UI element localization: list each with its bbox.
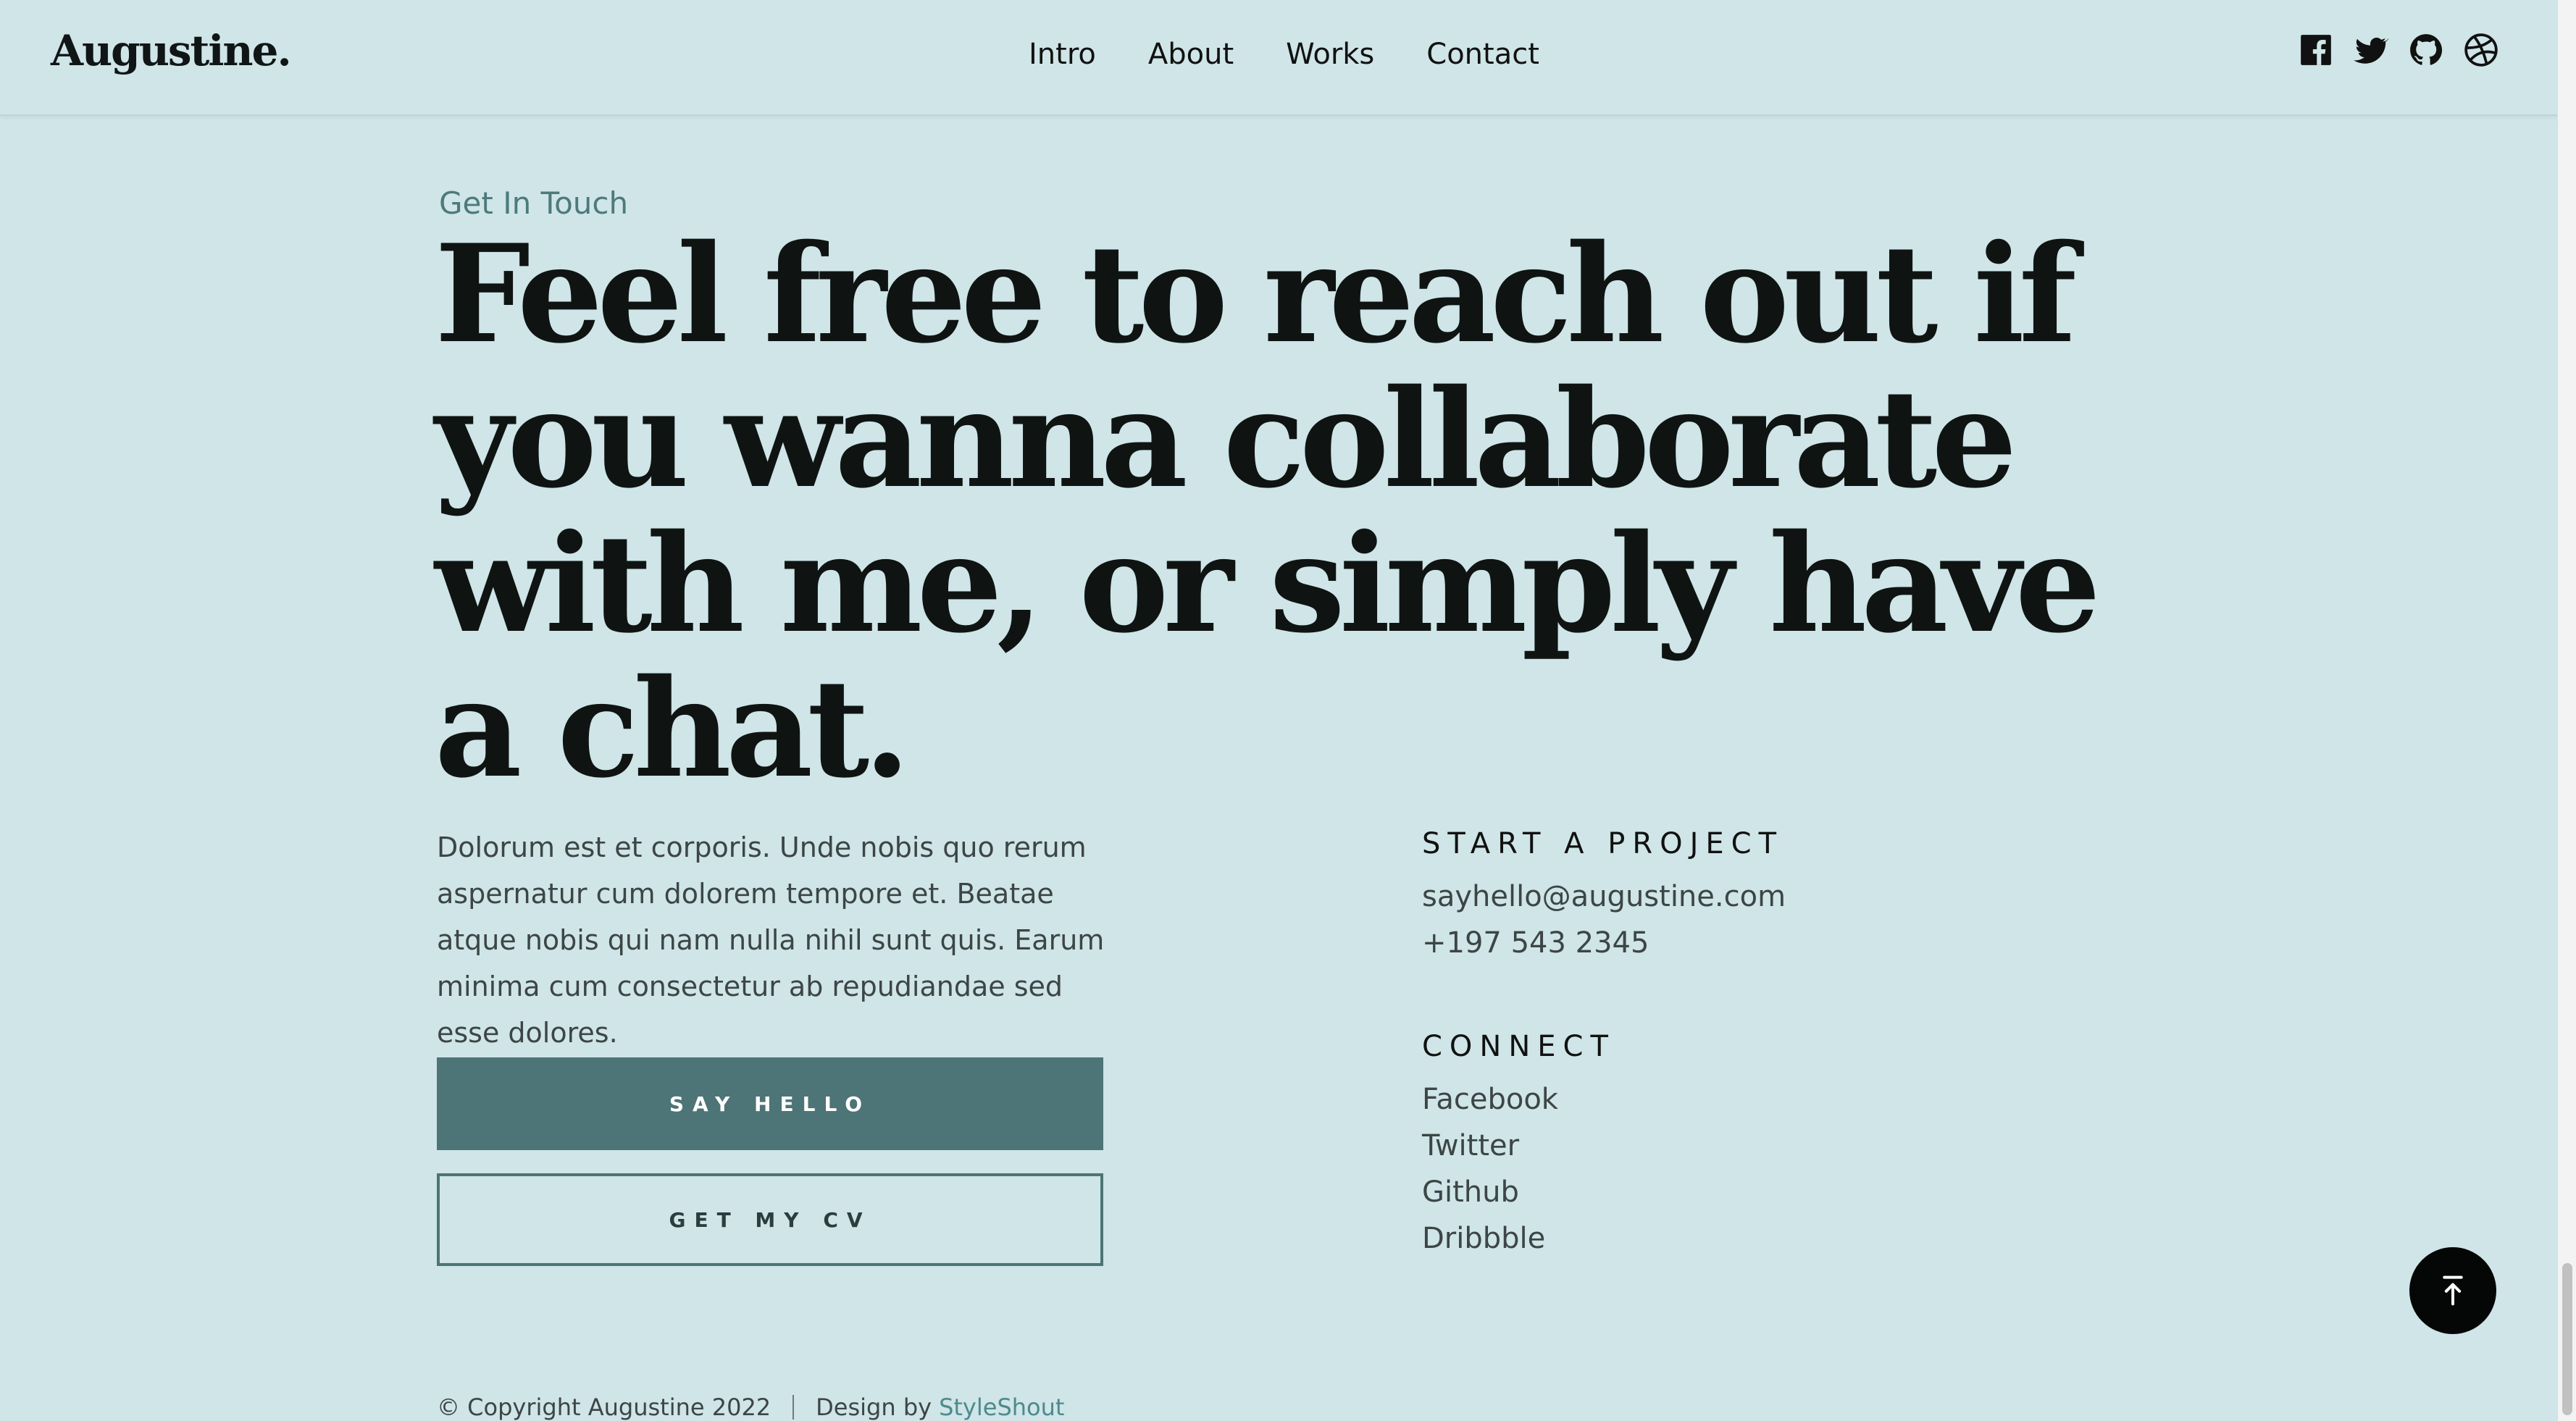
github-icon[interactable]	[2408, 32, 2444, 68]
phone-link[interactable]: +197 543 2345	[1422, 920, 1786, 966]
page-scrollbar[interactable]	[2557, 0, 2576, 1421]
email-link[interactable]: sayhello@augustine.com	[1422, 873, 1786, 920]
connect-link-facebook[interactable]: Facebook	[1422, 1076, 1615, 1123]
get-cv-button[interactable]: GET MY CV	[437, 1173, 1103, 1266]
scrollbar-thumb[interactable]	[2562, 1263, 2572, 1415]
twitter-icon[interactable]	[2353, 32, 2389, 68]
connect-link-twitter[interactable]: Twitter	[1422, 1123, 1615, 1169]
back-to-top-button[interactable]	[2409, 1247, 2496, 1334]
connect-link-dribbble[interactable]: Dribbble	[1422, 1215, 1615, 1262]
main-nav: Intro About Works Contact	[1029, 38, 1539, 71]
site-header: Augustine. Intro About Works Contact	[0, 0, 2557, 116]
connect-section: CONNECT Facebook Twitter Github Dribbble	[1422, 1030, 1615, 1262]
nav-about[interactable]: About	[1148, 38, 1234, 71]
site-logo[interactable]: Augustine.	[51, 26, 292, 75]
nav-intro[interactable]: Intro	[1029, 38, 1096, 71]
nav-works[interactable]: Works	[1286, 38, 1374, 71]
start-project-title: START A PROJECT	[1422, 827, 1784, 860]
social-links	[2298, 32, 2499, 68]
footer-divider	[793, 1395, 795, 1420]
say-hello-button[interactable]: SAY HELLO	[437, 1057, 1103, 1150]
connect-link-github[interactable]: Github	[1422, 1169, 1615, 1215]
copyright-text: © Copyright Augustine 2022	[437, 1393, 771, 1421]
styleshout-link[interactable]: StyleShout	[939, 1393, 1064, 1421]
facebook-icon[interactable]	[2298, 32, 2334, 68]
nav-contact[interactable]: Contact	[1426, 38, 1539, 71]
design-by-text: Design by	[816, 1393, 932, 1421]
dribbble-icon[interactable]	[2463, 32, 2499, 68]
contact-headline: Feel free to reach out if you wanna coll…	[435, 214, 2101, 808]
arrow-up-to-line-icon	[2443, 1275, 2463, 1306]
contact-description: Dolorum est et corporis. Unde nobis quo …	[437, 831, 1105, 1049]
start-project-section: START A PROJECT sayhello@augustine.com +…	[1422, 827, 1786, 966]
connect-title: CONNECT	[1422, 1030, 1615, 1063]
footer-copyright: © Copyright Augustine 2022 Design by Sty…	[437, 1393, 1064, 1421]
